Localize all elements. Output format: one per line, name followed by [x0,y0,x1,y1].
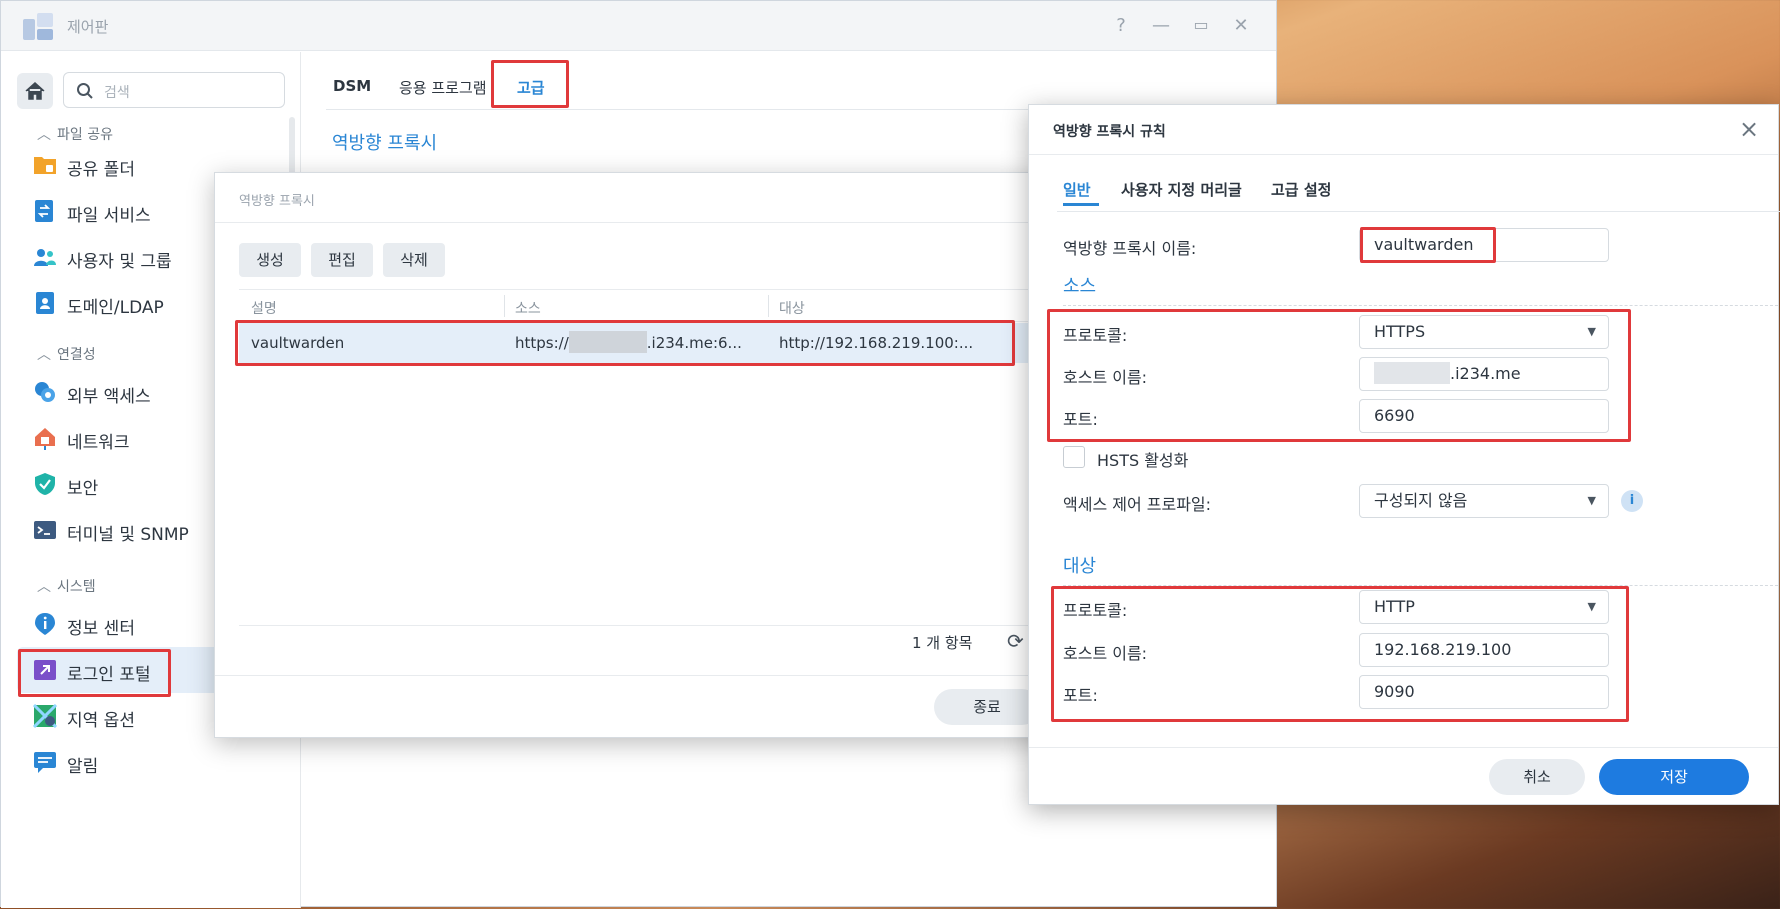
chevron-up-icon: ︿ [37,347,51,363]
users-icon [34,249,56,266]
shield-icon [35,473,55,495]
title-bar: 제어판 ? — ▭ ✕ [1,1,1276,51]
column-divider[interactable] [768,295,769,317]
hsts-checkbox[interactable] [1063,446,1085,468]
tab-applications[interactable]: 응용 프로그램 [399,77,487,98]
network-icon [35,428,55,450]
minimize-button[interactable]: — [1149,15,1173,36]
highlight-advanced-tab [491,60,569,108]
info-icon[interactable]: i [1621,490,1643,512]
external-access-icon [35,382,55,402]
dialog-footer-divider [1029,747,1778,748]
acl-label: 액세스 제어 프로파일: [1063,495,1212,514]
table-footer-divider [239,625,1053,626]
tab-advanced-settings[interactable]: 고급 설정 [1271,179,1331,200]
search-input[interactable]: 검색 [63,72,285,108]
close-icon[interactable]: × [1739,115,1759,143]
refresh-icon[interactable]: ⟳ [1007,629,1024,653]
column-source[interactable]: 소스 [515,298,541,318]
dialog-header: 역방향 프록시 규칙 × [1029,105,1778,155]
acl-select[interactable]: 구성되지 않음 ▼ [1359,484,1609,518]
close-button[interactable]: 종료 [934,689,1040,725]
reverse-proxy-heading: 역방향 프록시 [332,133,438,154]
create-button[interactable]: 생성 [239,243,301,277]
highlight-vaultwarden-row [235,320,1015,366]
highlight-target-section [1051,586,1629,722]
item-count: 1 개 항목 [912,634,973,652]
region-icon [33,704,57,728]
dialog-title: 역방향 프록시 [239,194,315,209]
source-divider [1063,305,1780,306]
cancel-button[interactable]: 취소 [1489,759,1585,795]
dialog-title: 역방향 프록시 규칙 [1053,124,1166,140]
close-window-button[interactable]: ✕ [1229,15,1253,36]
edit-button[interactable]: 편집 [311,243,373,277]
hsts-label: HSTS 활성화 [1097,451,1189,470]
name-label: 역방향 프록시 이름: [1063,239,1197,258]
column-description[interactable]: 설명 [251,298,277,318]
section-system[interactable]: ︿ 시스템 [37,576,96,596]
chevron-up-icon: ︿ [37,579,51,595]
target-heading: 대상 [1063,556,1097,577]
tab-divider [1057,211,1780,212]
dialog-header: 역방향 프록시 [215,173,1051,223]
search-icon [77,83,93,99]
file-services-icon [35,200,53,222]
highlight-login-portal [18,649,171,697]
home-button[interactable] [17,73,53,109]
column-divider[interactable] [504,295,505,317]
section-connectivity[interactable]: ︿ 연결성 [37,344,96,364]
reverse-proxy-dialog: 역방향 프록시 생성 편집 삭제 설명 소스 대상 vaultwarden ht… [214,172,1053,738]
folder-icon [34,157,56,174]
sidebar-item-notification[interactable]: 알림 [17,739,287,785]
control-panel-icon [23,13,53,40]
info-icon [35,613,55,635]
terminal-icon [34,521,56,539]
domain-icon [36,292,54,314]
search-placeholder: 검색 [104,85,130,101]
notification-icon [34,752,56,773]
highlight-name-field [1360,227,1496,263]
tab-general[interactable]: 일반 [1063,179,1091,200]
home-icon [25,81,45,100]
delete-button[interactable]: 삭제 [383,243,445,277]
window-title: 제어판 [67,18,109,36]
help-button[interactable]: ? [1109,15,1133,36]
tab-custom-header[interactable]: 사용자 지정 머리글 [1121,179,1242,200]
tab-dsm[interactable]: DSM [333,77,371,95]
save-button[interactable]: 저장 [1599,759,1749,795]
column-target[interactable]: 대상 [779,298,805,318]
highlight-source-section [1047,309,1631,442]
reverse-proxy-rule-dialog: 역방향 프록시 규칙 × 일반 사용자 지정 머리글 고급 설정 역방향 프록시… [1028,104,1780,805]
maximize-button[interactable]: ▭ [1189,15,1213,34]
table-header: 설명 소스 대상 [239,289,1053,322]
dropdown-caret-icon: ▼ [1587,494,1596,507]
section-file-sharing[interactable]: ︿ 파일 공유 [37,124,113,144]
active-tab-indicator [1063,203,1099,206]
chevron-up-icon: ︿ [37,127,51,143]
source-heading: 소스 [1063,276,1097,297]
dialog-footer-divider [215,675,1051,676]
